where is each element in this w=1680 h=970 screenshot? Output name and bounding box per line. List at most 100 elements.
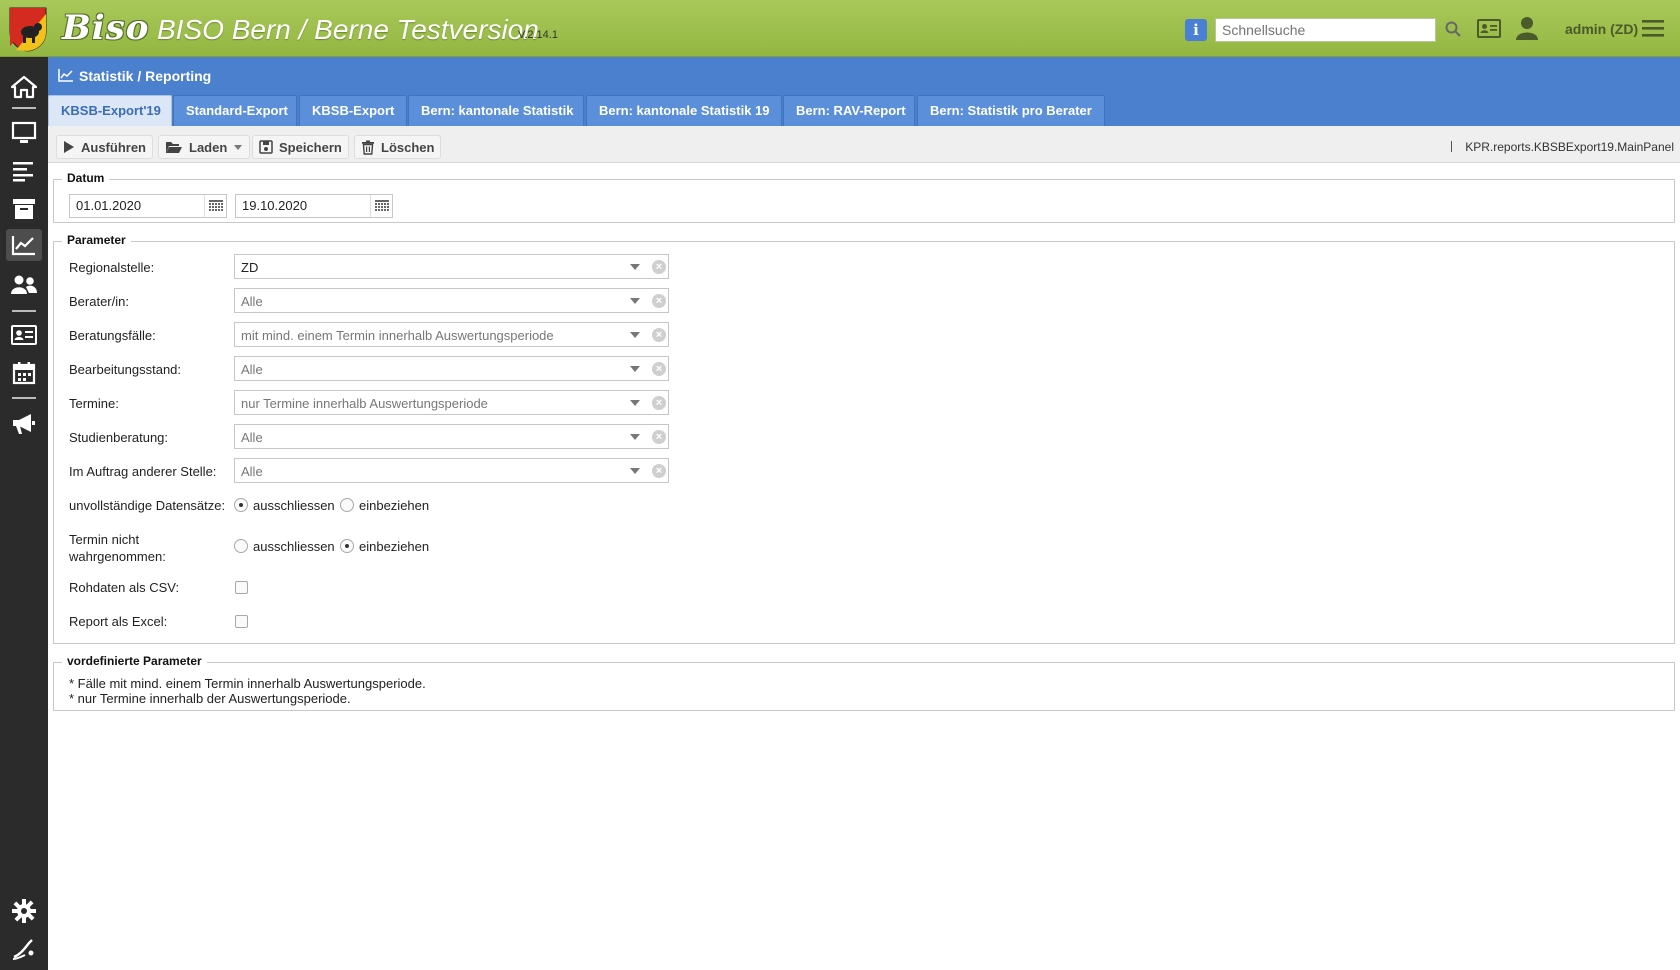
date-to-input[interactable] [242, 198, 362, 213]
clear-icon[interactable]: × [652, 294, 666, 308]
incomplete-include-label[interactable]: einbeziehen [359, 498, 429, 513]
users-icon[interactable] [10, 271, 38, 299]
bearbeitungsstand-label: Bearbeitungsstand: [69, 362, 182, 377]
panel-class-name: KPR.reports.KBSBExport19.MainPanel [1465, 140, 1674, 154]
run-button[interactable]: Ausführen [56, 135, 153, 159]
date-from-field[interactable] [69, 194, 227, 218]
missed-include-label[interactable]: einbeziehen [359, 539, 429, 554]
chevron-down-icon[interactable] [630, 264, 640, 270]
save-button[interactable]: Speichern [252, 135, 349, 159]
regionalstelle-label: Regionalstelle: [69, 260, 155, 275]
delete-button[interactable]: Löschen [354, 135, 442, 159]
tab-standard-export[interactable]: Standard-Export [173, 95, 297, 126]
app-version: V.2.14.1 [518, 29, 558, 41]
monitor-icon[interactable] [10, 119, 38, 147]
panel-title: Statistik / Reporting [79, 68, 212, 84]
combo-value: ZD [241, 260, 259, 275]
clear-icon[interactable]: × [652, 430, 666, 444]
excel-checkbox[interactable] [235, 615, 248, 628]
address-card-icon[interactable] [10, 321, 38, 349]
regionalstelle-combo[interactable]: ZD × [234, 254, 669, 279]
predefined-note: * nur Termine innerhalb der Auswertungsp… [69, 691, 351, 706]
csv-checkbox[interactable] [235, 581, 248, 594]
calendar-picker-icon[interactable] [370, 195, 392, 217]
date-to-field[interactable] [235, 194, 393, 218]
calendar-picker-icon[interactable] [204, 195, 226, 217]
clear-icon[interactable]: × [652, 328, 666, 342]
chevron-down-icon[interactable] [630, 298, 640, 304]
im-auftrag-combo[interactable]: Alle × [234, 458, 669, 483]
studienberatung-label: Studienberatung: [69, 430, 169, 445]
chevron-down-icon[interactable] [630, 366, 640, 372]
studienberatung-combo[interactable]: Alle × [234, 424, 669, 449]
tool-icon[interactable] [10, 935, 38, 963]
incomplete-exclude-radio[interactable] [234, 498, 248, 512]
termine-combo[interactable]: nur Termine innerhalb Auswertungsperiode… [234, 390, 669, 415]
statistics-icon[interactable] [6, 229, 42, 261]
user-menu-label[interactable]: admin (ZD) [1565, 21, 1638, 37]
chevron-down-icon[interactable] [630, 400, 640, 406]
home-icon[interactable] [10, 73, 38, 101]
sidebar-separator [12, 310, 36, 312]
im-auftrag-label: Im Auftrag anderer Stelle: [69, 464, 217, 479]
play-icon [64, 141, 74, 153]
tab-kbsb-export-19[interactable]: KBSB-Export'19 [48, 95, 172, 126]
parameter-legend: Parameter [62, 233, 131, 247]
berater-combo[interactable]: Alle × [234, 288, 669, 313]
predefined-legend: vordefinierte Parameter [62, 654, 207, 668]
clear-icon[interactable]: × [652, 396, 666, 410]
clear-icon[interactable]: × [652, 464, 666, 478]
sidebar-separator [12, 107, 36, 109]
missed-appointment-label-line1: Termin nicht [69, 532, 140, 547]
clear-icon[interactable]: × [652, 260, 666, 274]
run-button-label: Ausführen [81, 139, 146, 155]
combo-value: Alle [241, 430, 263, 445]
chevron-down-icon[interactable] [630, 434, 640, 440]
load-button[interactable]: Laden [158, 135, 251, 159]
missed-exclude-radio[interactable] [234, 539, 248, 553]
settings-gear-icon[interactable] [10, 897, 38, 925]
info-button[interactable]: i [1185, 19, 1207, 41]
beratungsfaelle-label: Beratungsfälle: [69, 328, 156, 343]
incomplete-include-radio[interactable] [340, 498, 354, 512]
clear-icon[interactable]: × [652, 362, 666, 376]
search-icon[interactable] [1444, 20, 1462, 38]
combo-value: Alle [241, 464, 263, 479]
chevron-down-icon[interactable] [630, 332, 640, 338]
tab-kbsb-export[interactable]: KBSB-Export [299, 95, 407, 126]
missed-appointment-label-line2: wahrgenommen: [69, 549, 166, 564]
megaphone-icon[interactable] [10, 410, 38, 438]
contact-card-icon[interactable] [1477, 18, 1501, 40]
tab-bern-kantonale-statistik-19[interactable]: Bern: kantonale Statistik 19 [586, 95, 782, 126]
termine-label: Termine: [69, 396, 119, 411]
chart-line-icon [58, 69, 73, 82]
date-from-input[interactable] [76, 198, 196, 213]
sidebar [0, 57, 48, 970]
hamburger-menu-icon[interactable] [1642, 18, 1664, 38]
datum-legend: Datum [62, 171, 110, 185]
combo-value: Alle [241, 294, 263, 309]
missed-include-radio[interactable] [340, 539, 354, 553]
save-disk-icon [259, 140, 273, 154]
sidebar-separator [12, 397, 36, 399]
load-button-label: Laden [189, 139, 228, 155]
excel-label: Report als Excel: [69, 614, 168, 629]
save-button-label: Speichern [279, 139, 342, 155]
list-icon[interactable] [10, 157, 38, 185]
chevron-down-icon[interactable] [630, 468, 640, 474]
archive-icon[interactable] [10, 195, 38, 223]
tab-bern-statistik-pro-berater[interactable]: Bern: Statistik pro Berater [917, 95, 1105, 126]
biso-logo: Biso [62, 8, 150, 48]
incomplete-exclude-label[interactable]: ausschliessen [253, 498, 335, 513]
toolbar-separator [1451, 141, 1452, 152]
missed-exclude-label[interactable]: ausschliessen [253, 539, 335, 554]
chevron-down-icon [234, 145, 243, 150]
user-icon[interactable] [1516, 16, 1538, 40]
calendar-icon[interactable] [10, 359, 38, 387]
beratungsfaelle-combo[interactable]: mit mind. einem Termin innerhalb Auswert… [234, 322, 669, 347]
tab-bern-kantonale-statistik[interactable]: Bern: kantonale Statistik [408, 95, 584, 126]
search-input[interactable] [1222, 18, 1432, 42]
tab-bern-rav-report[interactable]: Bern: RAV-Report [783, 95, 915, 126]
csv-label: Rohdaten als CSV: [69, 580, 180, 595]
bearbeitungsstand-combo[interactable]: Alle × [234, 356, 669, 381]
